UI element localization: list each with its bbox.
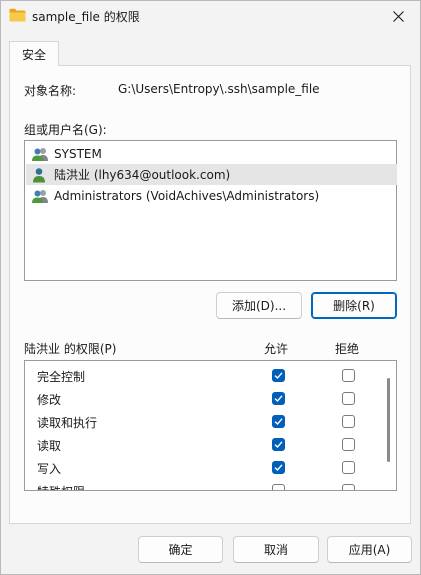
scrollbar-thumb[interactable]	[387, 378, 390, 462]
permission-row: 修改	[25, 387, 381, 410]
list-item-label: 陆洪业 (lhy634@outlook.com)	[54, 168, 231, 182]
folder-icon	[9, 8, 26, 22]
allow-checkbox[interactable]	[272, 392, 285, 405]
apply-button-label: 应用(A)	[348, 543, 391, 557]
tab-security-label: 安全	[21, 47, 46, 62]
remove-button-label: 删除(R)	[333, 299, 375, 313]
title-bar: sample_file 的权限	[0, 0, 421, 32]
ok-button[interactable]: 确定	[138, 536, 223, 563]
add-button[interactable]: 添加(D)...	[216, 292, 302, 319]
permission-row: 读取和执行	[25, 410, 381, 433]
deny-column-header: 拒绝	[335, 342, 360, 356]
deny-checkbox[interactable]	[342, 484, 355, 490]
permissions-list: 完全控制修改读取和执行读取写入特殊权限	[24, 360, 397, 491]
remove-button[interactable]: 删除(R)	[311, 292, 397, 319]
allow-checkbox[interactable]	[272, 415, 285, 428]
list-item-system[interactable]: SYSTEM	[26, 143, 397, 164]
window-title: sample_file 的权限	[32, 10, 140, 24]
allow-checkbox[interactable]	[272, 438, 285, 451]
close-button[interactable]	[375, 0, 421, 32]
deny-checkbox[interactable]	[342, 461, 355, 474]
allow-column-header: 允许	[264, 342, 289, 356]
user-icon	[33, 167, 45, 182]
users-group-icon	[32, 189, 48, 203]
permission-name: 写入	[37, 462, 62, 476]
cancel-button-label: 取消	[263, 543, 288, 557]
add-button-label: 添加(D)...	[231, 299, 287, 313]
permission-name: 读取	[37, 439, 62, 453]
deny-checkbox[interactable]	[342, 369, 355, 382]
list-item-user[interactable]: 陆洪业 (lhy634@outlook.com)	[26, 164, 397, 185]
permissions-scrollbar[interactable]	[382, 361, 396, 490]
close-icon	[392, 10, 404, 22]
deny-checkbox[interactable]	[342, 438, 355, 451]
permission-name: 完全控制	[37, 370, 86, 384]
object-name-label: 对象名称:	[24, 84, 77, 98]
allow-checkbox[interactable]	[272, 484, 285, 490]
permission-row: 写入	[25, 456, 381, 479]
permission-name: 特殊权限	[37, 483, 85, 490]
list-item-administrators[interactable]: Administrators (VoidAchives\Administrato…	[26, 185, 397, 206]
users-group-icon	[32, 147, 48, 161]
permission-row: 读取	[25, 433, 381, 456]
list-item-label: Administrators (VoidAchives\Administrato…	[54, 188, 320, 203]
ok-button-label: 确定	[168, 543, 193, 557]
groups-label: 组或用户名(G):	[24, 123, 107, 137]
permission-name: 读取和执行	[37, 416, 98, 430]
tab-security[interactable]: 安全	[9, 41, 59, 66]
permission-name: 修改	[37, 393, 62, 407]
permission-row: 特殊权限	[25, 479, 381, 490]
object-name-value: G:\Users\Entropy\.ssh\sample_file	[118, 82, 320, 96]
allow-checkbox[interactable]	[272, 369, 285, 382]
permissions-label: 陆洪业 的权限(P)	[24, 342, 117, 356]
apply-button[interactable]: 应用(A)	[327, 536, 412, 563]
group-user-list[interactable]: SYSTEM 陆洪业 (lhy634@outlook.com) Administ…	[24, 140, 397, 281]
permission-row: 完全控制	[25, 364, 381, 387]
list-item-label: SYSTEM	[54, 146, 102, 161]
allow-checkbox[interactable]	[272, 461, 285, 474]
deny-checkbox[interactable]	[342, 415, 355, 428]
cancel-button[interactable]: 取消	[233, 536, 319, 563]
deny-checkbox[interactable]	[342, 392, 355, 405]
